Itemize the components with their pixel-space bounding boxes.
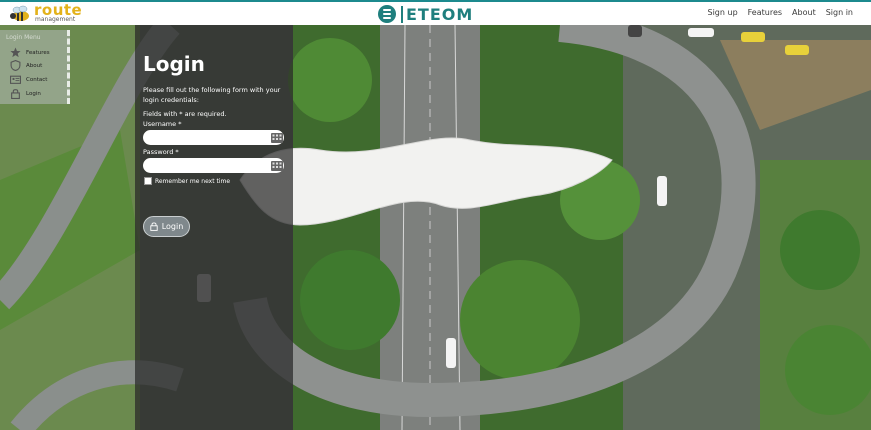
username-label: Username * [143,120,182,128]
remember-me-label: Remember me next time [155,177,231,185]
login-intro-text: Please fill out the following form with … [143,86,281,104]
bee-icon [10,5,29,21]
eteom-brand-logo[interactable]: ETEOM [378,4,473,24]
aerial-background-image [0,0,871,430]
login-title: Login [143,52,205,76]
route-management-logo[interactable]: route management [8,3,82,25]
side-menu-title: Login Menu [6,34,41,41]
contact-card-icon [10,74,21,85]
nav-link-sign-up[interactable]: Sign up [708,8,738,17]
keyboard-icon[interactable] [271,161,283,171]
keyboard-icon[interactable] [271,133,283,143]
remember-me-row: Remember me next time [144,177,230,185]
sidebar-item-about[interactable]: About [10,60,42,71]
sidebar-item-label: Features [26,49,50,56]
password-label: Password * [143,148,179,156]
sidebar-item-label: About [26,62,43,69]
password-field[interactable] [143,158,284,173]
sidebar-item-label: Contact [26,76,48,83]
sidebar-item-login[interactable]: Login [10,88,41,99]
side-menu: Login Menu Features About Contact Login [0,30,70,104]
lock-icon [10,88,21,99]
star-icon [10,47,21,58]
remember-me-checkbox[interactable] [144,177,152,185]
login-button[interactable]: Login [143,216,190,237]
nav-link-sign-in[interactable]: Sign in [826,8,853,17]
brand-badge-icon [378,5,396,23]
sidebar-item-label: Login [26,90,41,97]
top-nav-links: Sign up Features About Sign in [708,8,854,17]
nav-link-about[interactable]: About [792,8,816,17]
login-button-label: Login [161,222,184,231]
login-panel: Login Please fill out the following form… [135,25,293,430]
required-fields-note: Fields with * are required. [143,110,227,118]
username-field[interactable] [143,130,284,145]
nav-link-features[interactable]: Features [748,8,782,17]
top-navigation-bar: route management ETEOM Sign up Features … [0,0,871,25]
sidebar-item-features[interactable]: Features [10,47,50,58]
brand-name: ETEOM [406,4,474,24]
sidebar-item-contact[interactable]: Contact [10,74,47,85]
brand-separator [401,5,403,23]
lock-icon [150,222,158,231]
logo-tagline: management [35,16,76,23]
info-shield-icon [10,60,21,71]
